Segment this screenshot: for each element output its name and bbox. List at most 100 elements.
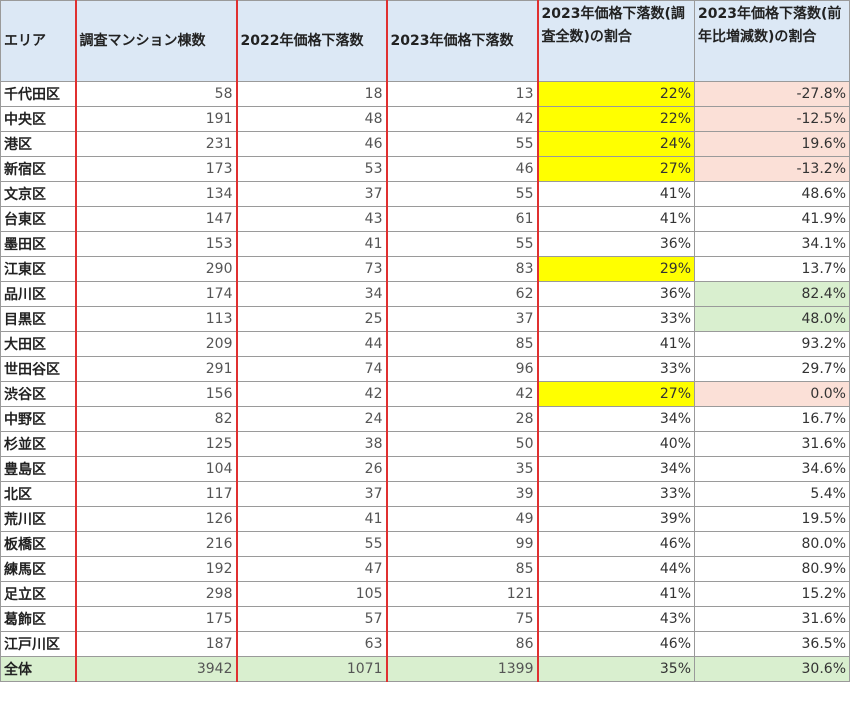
cell-surveyed-count: 187 xyxy=(74,631,237,657)
header-2023-decline-ratio: 2023年価格下落数(調査全数)の割合 xyxy=(536,0,695,82)
header-2022-decline-count: 2022年価格下落数 xyxy=(235,0,387,82)
table-row: 豊島区 104 26 35 34% 34.6% xyxy=(0,456,850,482)
cell-decline-ratio: 43% xyxy=(536,606,695,632)
cell-2022-decline-count: 74 xyxy=(235,356,387,382)
cell-2023-decline-count: 13 xyxy=(385,81,538,107)
cell-decline-ratio: 41% xyxy=(536,206,695,232)
table-row: 港区 231 46 55 24% 19.6% xyxy=(0,131,850,157)
cell-surveyed-count: 113 xyxy=(74,306,237,332)
cell-area: 板橋区 xyxy=(0,531,76,557)
cell-2023-decline-count: 99 xyxy=(385,531,538,557)
cell-change-ratio: 31.6% xyxy=(694,606,850,632)
cell-area: 目黒区 xyxy=(0,306,76,332)
cell-2023-decline-count: 61 xyxy=(385,206,538,232)
cell-2022-decline-count: 105 xyxy=(235,581,387,607)
table-row: 江戸川区 187 63 86 46% 36.5% xyxy=(0,631,850,657)
cell-decline-ratio: 33% xyxy=(536,306,695,332)
cell-area: 台東区 xyxy=(0,206,76,232)
cell-2023-decline-count: 55 xyxy=(385,181,538,207)
cell-2023-decline-count: 86 xyxy=(385,631,538,657)
cell-area: 墨田区 xyxy=(0,231,76,257)
cell-change-ratio: 41.9% xyxy=(694,206,850,232)
cell-2022-decline-count: 37 xyxy=(235,181,387,207)
cell-2023-decline-count: 42 xyxy=(385,106,538,132)
cell-surveyed-count: 3942 xyxy=(74,656,237,682)
cell-decline-ratio: 46% xyxy=(536,531,695,557)
cell-2023-decline-count: 42 xyxy=(385,381,538,407)
cell-2022-decline-count: 48 xyxy=(235,106,387,132)
cell-2022-decline-count: 46 xyxy=(235,131,387,157)
cell-2023-decline-count: 28 xyxy=(385,406,538,432)
cell-2022-decline-count: 38 xyxy=(235,431,387,457)
cell-surveyed-count: 174 xyxy=(74,281,237,307)
cell-2022-decline-count: 44 xyxy=(235,331,387,357)
cell-area: 杉並区 xyxy=(0,431,76,457)
cell-2022-decline-count: 24 xyxy=(235,406,387,432)
header-2023-decline-count: 2023年価格下落数 xyxy=(385,0,538,82)
cell-surveyed-count: 175 xyxy=(74,606,237,632)
table-row: 江東区 290 73 83 29% 13.7% xyxy=(0,256,850,282)
cell-2022-decline-count: 41 xyxy=(235,506,387,532)
table-row: 葛飾区 175 57 75 43% 31.6% xyxy=(0,606,850,632)
cell-2023-decline-count: 1399 xyxy=(385,656,538,682)
cell-decline-ratio: 33% xyxy=(536,481,695,507)
cell-2023-decline-count: 50 xyxy=(385,431,538,457)
cell-2022-decline-count: 73 xyxy=(235,256,387,282)
cell-change-ratio: 19.5% xyxy=(694,506,850,532)
cell-surveyed-count: 191 xyxy=(74,106,237,132)
cell-2022-decline-count: 37 xyxy=(235,481,387,507)
cell-change-ratio: -27.8% xyxy=(694,81,850,107)
cell-change-ratio: 29.7% xyxy=(694,356,850,382)
cell-change-ratio: 34.1% xyxy=(694,231,850,257)
cell-surveyed-count: 125 xyxy=(74,431,237,457)
header-row: エリア 調査マンション棟数 2022年価格下落数 2023年価格下落数 2023… xyxy=(0,0,850,82)
cell-area: 新宿区 xyxy=(0,156,76,182)
cell-surveyed-count: 290 xyxy=(74,256,237,282)
cell-surveyed-count: 126 xyxy=(74,506,237,532)
cell-area: 港区 xyxy=(0,131,76,157)
table-row: 台東区 147 43 61 41% 41.9% xyxy=(0,206,850,232)
table-body: 千代田区 58 18 13 22% -27.8% 中央区 191 48 42 22% -12.5% 港区… xyxy=(0,81,850,682)
cell-area: 中野区 xyxy=(0,406,76,432)
cell-decline-ratio: 22% xyxy=(536,106,695,132)
cell-2023-decline-count: 83 xyxy=(385,256,538,282)
cell-decline-ratio: 35% xyxy=(536,656,695,682)
cell-area: 練馬区 xyxy=(0,556,76,582)
table-row: 荒川区 126 41 49 39% 19.5% xyxy=(0,506,850,532)
cell-decline-ratio: 34% xyxy=(536,456,695,482)
cell-decline-ratio: 41% xyxy=(536,581,695,607)
table-row: 大田区 209 44 85 41% 93.2% xyxy=(0,331,850,357)
cell-2023-decline-count: 37 xyxy=(385,306,538,332)
cell-2023-decline-count: 39 xyxy=(385,481,538,507)
cell-2022-decline-count: 42 xyxy=(235,381,387,407)
header-2023-decline-change-ratio: 2023年価格下落数(前年比増減数)の割合 xyxy=(694,0,850,82)
cell-decline-ratio: 36% xyxy=(536,281,695,307)
cell-change-ratio: 5.4% xyxy=(694,481,850,507)
cell-decline-ratio: 29% xyxy=(536,256,695,282)
table-row: 中央区 191 48 42 22% -12.5% xyxy=(0,106,850,132)
cell-change-ratio: 13.7% xyxy=(694,256,850,282)
cell-surveyed-count: 117 xyxy=(74,481,237,507)
cell-2022-decline-count: 63 xyxy=(235,631,387,657)
cell-change-ratio: -13.2% xyxy=(694,156,850,182)
cell-2022-decline-count: 18 xyxy=(235,81,387,107)
table-row: 千代田区 58 18 13 22% -27.8% xyxy=(0,81,850,107)
cell-area: 荒川区 xyxy=(0,506,76,532)
cell-area: 江東区 xyxy=(0,256,76,282)
cell-change-ratio: 30.6% xyxy=(694,656,850,682)
table-row: 目黒区 113 25 37 33% 48.0% xyxy=(0,306,850,332)
cell-2023-decline-count: 46 xyxy=(385,156,538,182)
cell-change-ratio: 80.0% xyxy=(694,531,850,557)
cell-change-ratio: -12.5% xyxy=(694,106,850,132)
cell-surveyed-count: 156 xyxy=(74,381,237,407)
cell-2023-decline-count: 49 xyxy=(385,506,538,532)
cell-change-ratio: 93.2% xyxy=(694,331,850,357)
cell-surveyed-count: 209 xyxy=(74,331,237,357)
cell-surveyed-count: 192 xyxy=(74,556,237,582)
cell-decline-ratio: 27% xyxy=(536,381,695,407)
cell-decline-ratio: 34% xyxy=(536,406,695,432)
cell-2022-decline-count: 47 xyxy=(235,556,387,582)
cell-2023-decline-count: 85 xyxy=(385,556,538,582)
table-row: 練馬区 192 47 85 44% 80.9% xyxy=(0,556,850,582)
cell-2023-decline-count: 35 xyxy=(385,456,538,482)
